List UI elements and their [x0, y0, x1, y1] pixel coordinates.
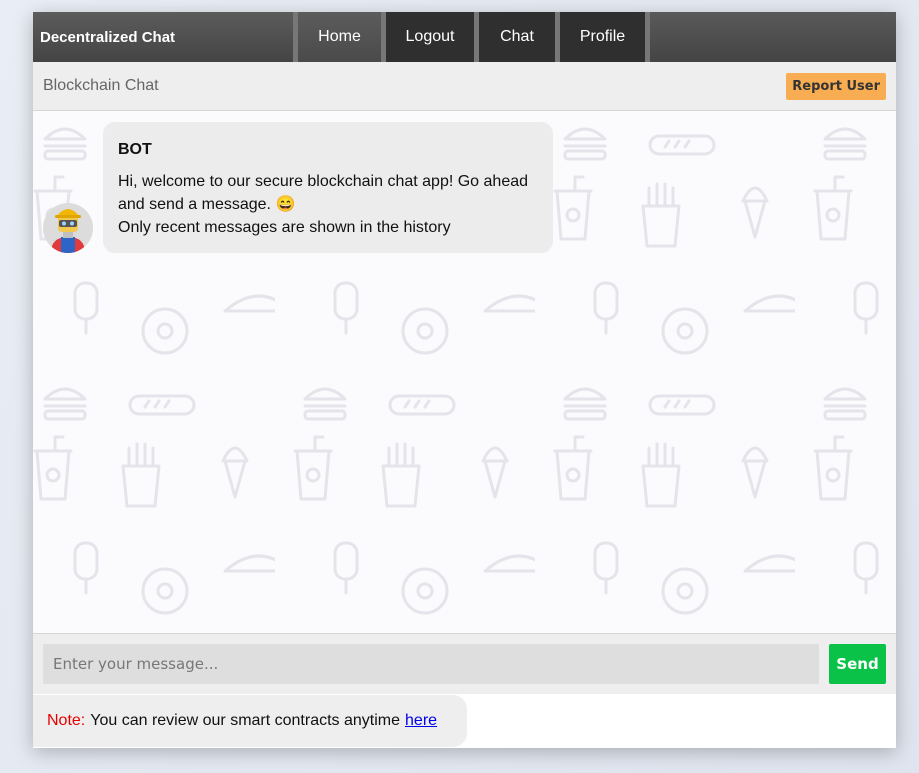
send-button[interactable]: Send — [829, 644, 886, 684]
message-input[interactable] — [43, 644, 819, 684]
nav-home[interactable]: Home — [298, 12, 381, 62]
note-label: Note: — [47, 712, 86, 729]
composer: Send — [33, 634, 896, 694]
note-text: You can review our smart contracts anyti… — [90, 712, 401, 729]
message-line: Hi, welcome to our secure blockchain cha… — [118, 173, 529, 213]
app-window: Decentralized Chat Home Logout Chat Prof… — [33, 12, 896, 748]
nav-chat[interactable]: Chat — [479, 12, 555, 62]
report-user-button[interactable]: Report User — [786, 72, 886, 100]
message-text: Hi, welcome to our secure blockchain cha… — [118, 170, 538, 239]
message-line: Only recent messages are shown in the hi… — [118, 219, 451, 236]
navbar: Decentralized Chat Home Logout Chat Prof… — [33, 12, 896, 62]
message-bubble: BOT Hi, welcome to our secure blockchain… — [103, 122, 553, 253]
message-row: BOT Hi, welcome to our secure blockchain… — [43, 122, 553, 253]
smart-contracts-link[interactable]: here — [405, 712, 437, 730]
chat-header: Blockchain Chat Report User — [33, 62, 896, 111]
robot-worker-icon — [43, 203, 93, 253]
message-history[interactable]: BOT Hi, welcome to our secure blockchain… — [33, 111, 896, 634]
nav-profile[interactable]: Profile — [560, 12, 645, 62]
brand-title: Decentralized Chat — [33, 12, 293, 62]
smart-contract-note: Note: You can review our smart contracts… — [33, 695, 467, 747]
chat-title: Blockchain Chat — [43, 77, 159, 94]
nav-logout[interactable]: Logout — [386, 12, 474, 62]
bot-avatar — [43, 203, 93, 253]
message-sender: BOT — [118, 141, 152, 158]
grinning-emoji-icon: 😄 — [275, 196, 296, 213]
nav-divider — [645, 12, 650, 62]
